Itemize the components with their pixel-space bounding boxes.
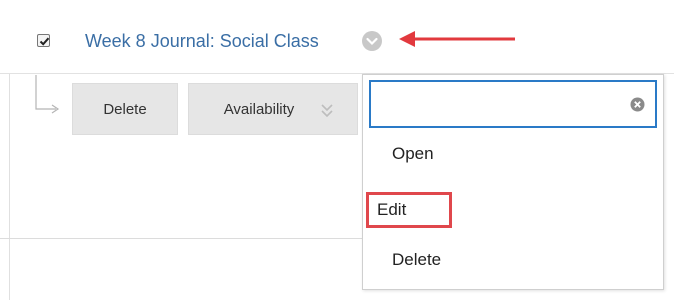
delete-button-label: Delete (103, 100, 147, 118)
menu-search-field[interactable] (369, 80, 657, 128)
double-chevron-down-icon (321, 104, 333, 118)
item-checkbox[interactable] (37, 34, 50, 47)
menu-item-delete[interactable]: Delete (392, 250, 441, 270)
arrow-left-icon (399, 31, 515, 47)
item-row: Week 8 Journal: Social Class (0, 0, 674, 74)
menu-item-edit[interactable]: Edit (366, 192, 452, 228)
left-gutter (0, 74, 10, 300)
delete-button[interactable]: Delete (72, 83, 178, 135)
availability-button[interactable]: Availability (188, 83, 358, 135)
chevron-down-circle-icon[interactable] (362, 31, 382, 51)
checkmark-icon (39, 37, 50, 46)
item-title-link[interactable]: Week 8 Journal: Social Class (85, 29, 319, 53)
content-frame: Week 8 Journal: Social Class Delete Avai… (0, 0, 674, 300)
menu-item-open[interactable]: Open (392, 144, 434, 164)
divider (0, 238, 362, 239)
availability-button-label: Availability (223, 100, 295, 118)
menu-search-input[interactable] (377, 92, 631, 118)
clear-x-circle-icon[interactable] (630, 97, 645, 112)
tree-connector-icon (35, 75, 60, 114)
